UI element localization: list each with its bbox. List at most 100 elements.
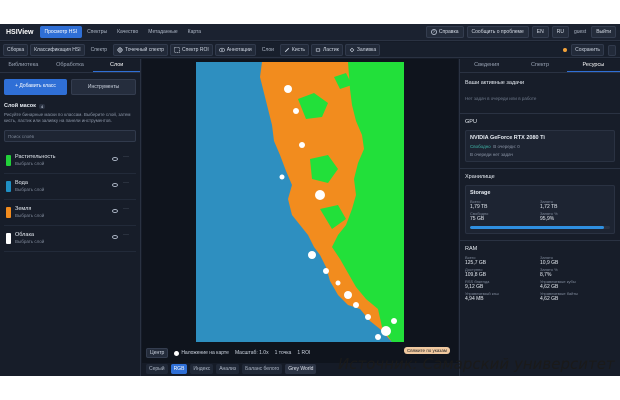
gpu-name: NVIDIA GeForce RTX 2080 Ti xyxy=(470,135,545,141)
tab-spectrum[interactable]: Спектр xyxy=(513,59,566,72)
mode-grey-world[interactable]: Grey World xyxy=(285,364,317,374)
roi-count: 1 ROI xyxy=(297,350,311,356)
storage-progress-bar xyxy=(470,226,610,229)
layer-item-clouds[interactable]: Облака Выбрать слой ··· xyxy=(4,226,136,252)
classification-map[interactable] xyxy=(142,59,458,363)
layer-name: Облака xyxy=(15,232,35,238)
tab-info[interactable]: Сведения xyxy=(460,59,513,72)
tab-layers[interactable]: Слои xyxy=(93,59,141,72)
layer-menu-icon[interactable]: ··· xyxy=(123,154,129,160)
layer-menu-icon[interactable]: ··· xyxy=(123,180,129,186)
help-label: Справка xyxy=(438,29,459,35)
mode-index[interactable]: Индекс xyxy=(190,364,214,374)
annotations-button[interactable]: Аннотации xyxy=(214,43,256,56)
fill-button[interactable]: Заливка xyxy=(344,43,381,56)
tools-button[interactable]: Инструменты xyxy=(71,79,136,95)
app-logo: HSIView xyxy=(6,28,34,36)
eraser-button[interactable]: Ластик xyxy=(311,43,343,56)
right-panel: Сведения Спектр Ресурсы Ваши активные за… xyxy=(459,59,620,376)
lang-ru-button[interactable]: RU xyxy=(551,26,569,38)
map-hint-badge: Свяжите по указам xyxy=(404,347,450,354)
storage-stat-value: 1,72 TB xyxy=(540,204,558,210)
ram-stat-value: 10,9 GB xyxy=(540,260,559,266)
layer-swatch xyxy=(6,155,11,166)
crosshair-icon xyxy=(117,46,124,53)
layer-swatch xyxy=(6,233,11,244)
tab-resources[interactable]: Ресурсы xyxy=(566,59,620,72)
brush-button[interactable]: Кисть xyxy=(279,43,310,56)
ram-stat-value: 9,12 GB xyxy=(465,284,484,290)
mode-white-balance[interactable]: Баланс белого xyxy=(242,364,283,374)
left-panel: Библиотека Обработка Слои + Добавить кла… xyxy=(0,59,141,376)
overlay-toggle[interactable]: Наложение на карте xyxy=(174,350,229,356)
layer-select-link[interactable]: Выбрать слой xyxy=(15,161,44,166)
storage-card: Storage Всего 1,79 TB Занято 1,72 TB Свобо… xyxy=(465,185,615,234)
nav-spectra[interactable]: Спектры xyxy=(82,29,112,35)
nav-hsi-view[interactable]: Просмотр HSI xyxy=(39,26,83,38)
top-navigation: HSIView Просмотр HSI Спектры Качество Ме… xyxy=(0,24,620,41)
mode-rgb[interactable]: RGB xyxy=(170,364,188,374)
ram-stat-value: 4,62 GB xyxy=(540,296,559,302)
scale-readout: Масштаб: 1.0x xyxy=(234,350,269,356)
point-spectrum-button[interactable]: Точечный спектр xyxy=(113,43,169,56)
ram-stat-value: 4,62 GB xyxy=(540,284,559,290)
layer-swatch xyxy=(6,207,11,218)
layer-select-link[interactable]: Выбрать слой xyxy=(15,239,44,244)
mask-description: Рисуйте бинарные маски по классам. Выбер… xyxy=(4,112,131,123)
gpu-no-queue: В очереди нет задач xyxy=(470,152,513,157)
eye-icon xyxy=(218,47,225,52)
visibility-eye-icon[interactable] xyxy=(112,235,118,239)
assembly-button[interactable]: Сборка xyxy=(3,43,29,56)
add-class-button[interactable]: + Добавить класс xyxy=(4,79,67,95)
more-menu-button[interactable] xyxy=(608,44,616,56)
layer-item-water[interactable]: Вода Выбрать слой ··· xyxy=(4,174,136,200)
roi-spectrum-label: Спектр ROI xyxy=(182,46,209,53)
tab-processing[interactable]: Обработка xyxy=(47,59,94,72)
layer-swatch xyxy=(6,181,11,192)
visibility-eye-icon[interactable] xyxy=(112,209,118,213)
center-button[interactable]: Центр xyxy=(146,348,169,358)
toggle-dot xyxy=(174,350,180,356)
nav-metadata[interactable]: Метаданные xyxy=(143,29,182,35)
help-button[interactable]: ? Справка xyxy=(425,26,464,38)
roi-spectrum-button[interactable]: Спектр ROI xyxy=(170,43,213,56)
save-button[interactable]: Сохранить xyxy=(571,44,604,56)
layer-item-land[interactable]: Земля Выбрать слой ··· xyxy=(4,200,136,226)
layer-item-vegetation[interactable]: Растительность Выбрать слой ··· xyxy=(4,148,136,174)
unsaved-indicator xyxy=(563,48,568,52)
ram-stat-value: 8,7% xyxy=(540,272,552,278)
layers-label: Слои xyxy=(261,46,274,53)
lang-en-button[interactable]: EN xyxy=(531,26,549,38)
layer-select-link[interactable]: Выбрать слой xyxy=(15,187,44,192)
logout-button[interactable]: Выйти xyxy=(591,26,616,38)
layer-name: Земля xyxy=(15,206,32,212)
hsi-classification-button[interactable]: Классификация HSI xyxy=(30,43,85,56)
tab-library[interactable]: Библиотека xyxy=(0,59,47,72)
app-window: HSIView Просмотр HSI Спектры Качество Ме… xyxy=(0,24,620,376)
mode-gray[interactable]: Серый xyxy=(146,364,168,374)
report-problem-button[interactable]: Сообщить о проблеме xyxy=(466,26,529,38)
spectrum-label: Спектр xyxy=(90,46,108,53)
gpu-status: Свободно xyxy=(470,144,491,149)
layer-menu-icon[interactable]: ··· xyxy=(123,206,129,212)
mode-analysis[interactable]: Анализ xyxy=(216,364,240,374)
storage-stat-value: 75 GB xyxy=(470,216,485,222)
gpu-card: NVIDIA GeForce RTX 2080 Ti Свободно В оч… xyxy=(465,130,615,162)
layer-search-input[interactable]: Поиск слоёв xyxy=(4,130,136,142)
brush-label: Кисть xyxy=(291,46,306,53)
nav-map[interactable]: Карта xyxy=(183,29,206,35)
toolbar: Сборка Классификация HSI Спектр Точечный… xyxy=(0,42,620,58)
storage-stat-value: 95,9% xyxy=(540,216,555,222)
layer-menu-icon[interactable]: ··· xyxy=(123,232,129,238)
visibility-eye-icon[interactable] xyxy=(112,183,118,187)
nav-quality[interactable]: Качество xyxy=(112,29,143,35)
layer-count-badge: 4 xyxy=(38,103,46,109)
annotations-label: Аннотации xyxy=(226,46,252,53)
layer-select-link[interactable]: Выбрать слой xyxy=(15,213,44,218)
gpu-queue: В очереди: 0 xyxy=(493,144,520,149)
point-spectrum-label: Точечный спектр xyxy=(125,46,165,53)
map-canvas[interactable] xyxy=(142,59,458,363)
ram-stat-value: 109,8 GB xyxy=(465,272,487,278)
visibility-eye-icon[interactable] xyxy=(112,157,118,161)
eraser-label: Ластик xyxy=(323,46,339,53)
